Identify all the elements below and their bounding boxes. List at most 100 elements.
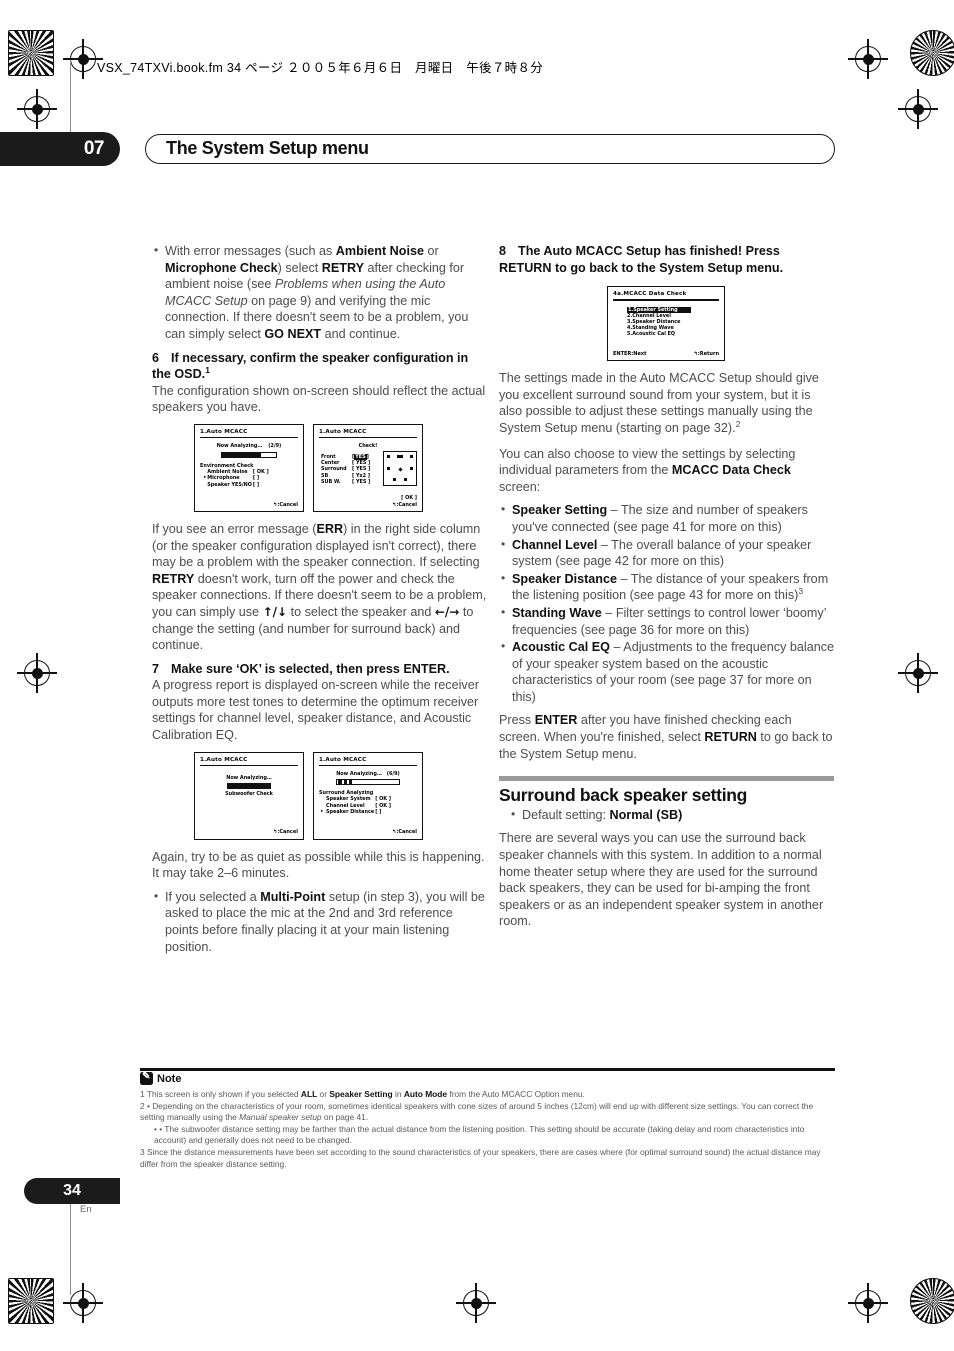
- list-item-default-setting: Default setting: Normal (SB): [509, 806, 834, 824]
- note2a-text-2: on page 41.: [321, 1112, 369, 1123]
- settings-footnote-ref: 2: [735, 418, 741, 429]
- footnote-2b: • • The subwoofer distance setting may b…: [154, 1123, 805, 1146]
- osd-4-progress-seg-3: [349, 780, 352, 785]
- osd-4-title: 1.Auto MCACC: [319, 756, 367, 763]
- term-ambient-noise: Ambient Noise: [335, 244, 424, 258]
- osd-4-progress-bar: [336, 779, 400, 786]
- step-7-heading: 7 Make sure ‘OK’ is selected, then press …: [152, 661, 487, 678]
- term-multi-point: Multi-Point: [260, 889, 326, 904]
- list-item-standing-wave: Standing Wave – Filter settings to contr…: [499, 604, 834, 638]
- term-retry: RETRY: [321, 260, 364, 275]
- osd-4-footer-cancel: ↰:Cancel: [392, 829, 417, 836]
- osd-screen-auto-mcacc-analyzing: 1.Auto MCACC Now Analyzing… (2/9) Enviro…: [194, 423, 304, 512]
- osd-4-status-line: Now Analyzing…: [336, 771, 382, 778]
- speaker-icon-front-left: [387, 454, 390, 458]
- up-down-arrow-icon: ↑/↓: [262, 604, 288, 619]
- term-microphone-check: Microphone Check: [165, 260, 278, 275]
- multipoint-bullet-list: If you selected a Multi-Point setup (in …: [152, 888, 487, 955]
- page-number-badge: 34: [24, 1178, 120, 1204]
- crop-guide-left-top: [70, 60, 71, 138]
- step-8-heading: 8 The Auto MCACC Setup has finished! Pres…: [499, 243, 834, 276]
- view-settings-paragraph: You can also choose to view the settings…: [499, 446, 834, 496]
- osd-4-row-2-label: Speaker Distance: [326, 809, 375, 816]
- left-column: With error messages (such as Ambient Noi…: [152, 242, 487, 962]
- osd-2-row-3-value-text: Yx2: [355, 472, 367, 479]
- osd-2-footer-cancel: ↰:Cancel: [392, 501, 417, 508]
- osd-screens-row-2: 1.Auto MCACC Now Analyzing… Subwoofer Ch…: [194, 751, 487, 840]
- note2b-text: • The subwoofer distance setting may be …: [154, 1123, 805, 1146]
- error-text-3: ) select: [277, 260, 322, 275]
- section-heading-surround-back: Surround back speaker setting: [499, 785, 748, 806]
- speaker-layout-diagram: [383, 450, 417, 486]
- default-setting-value: Normal (SB): [609, 807, 683, 822]
- registration-mark-left-middle: [17, 653, 57, 693]
- osd-3-progress-bar: [227, 783, 271, 790]
- osd-2-row-1-value-text: YES: [355, 459, 367, 466]
- osd-2-ok-label: [ OK ]: [401, 494, 417, 501]
- footnote-3: 3 Since the distance measurements have b…: [140, 1146, 821, 1169]
- step-8-title: The Auto MCACC Setup has finished! Press…: [499, 244, 784, 275]
- osd-2-row-2-value-text: YES: [355, 466, 367, 473]
- list-item-speaker-setting: Speaker Setting – The size and number of…: [499, 501, 834, 535]
- osd-4-progress-seg-1: [338, 780, 342, 785]
- osd-3-status-line: Now Analyzing…: [226, 775, 272, 782]
- note-pencil-icon: [140, 1071, 153, 1085]
- term-enter: ENTER: [534, 713, 578, 728]
- osd-1-section-label: Environment Check: [200, 462, 254, 469]
- page-title: The System Setup menu: [166, 138, 369, 158]
- table-row: ▸ Speaker Distance [ ]: [321, 809, 392, 815]
- settings-summary-paragraph: The settings made in the Auto MCACC Setu…: [499, 370, 834, 436]
- osd-1-footer-cancel: ↰:Cancel: [273, 501, 298, 508]
- osd-2-rule: [319, 437, 417, 439]
- print-starburst-top-right: [910, 30, 954, 76]
- step-6-number: 6: [152, 350, 160, 365]
- note1-text-2: or: [317, 1089, 330, 1099]
- quiet-paragraph: Again, try to be as quiet as possible wh…: [152, 849, 485, 881]
- param-4-name: Acoustic Cal EQ: [512, 640, 610, 655]
- osd-2-speaker-table: Front [YES] Center [ YES ] Surround [ YE…: [321, 453, 371, 486]
- footnote-1: 1 This screen is only shown if you selec…: [140, 1089, 838, 1101]
- osd-screen-subwoofer-check: 1.Auto MCACC Now Analyzing… Subwoofer Ch…: [194, 751, 304, 840]
- registration-mark-top-right: [848, 39, 888, 79]
- param-2-name: Speaker Distance: [512, 571, 618, 586]
- error-message-bullet-list: With error messages (such as Ambient Noi…: [152, 242, 487, 343]
- list-item-multipoint: If you selected a Multi-Point setup (in …: [152, 888, 487, 955]
- menu-item-acoustic-cal-eq[interactable]: 5.Acoustic Cal EQ: [627, 331, 719, 337]
- step-6-body: The configuration shown on-screen should…: [152, 383, 486, 415]
- osd-2-row-4-value: [ YES ]: [352, 479, 371, 486]
- press-text-1: Press: [499, 713, 535, 728]
- step-7-body: A progress report is displayed on-screen…: [152, 678, 479, 743]
- error-text-2: or: [423, 244, 439, 258]
- crop-guide-left-bottom: [70, 1190, 71, 1295]
- parameter-list: Speaker Setting – The size and number of…: [499, 501, 834, 705]
- left-right-arrow-icon: ←/→: [434, 604, 460, 619]
- registration-mark-left-upper: [17, 89, 57, 129]
- registration-mark-bottom-center: [456, 1283, 496, 1323]
- osd-screen-mcacc-data-check: 4a.MCACC Data Check 1.Speaker Setting 2.…: [607, 286, 725, 362]
- note1-term-auto-mode: Auto Mode: [403, 1089, 448, 1099]
- step-6-heading: 6 If necessary, confirm the speaker confi…: [152, 350, 487, 383]
- default-setting-list: Default setting: Normal (SB): [509, 806, 834, 824]
- osd-3-title: 1.Auto MCACC: [200, 756, 248, 763]
- osd-4-check-table: Speaker System [ OK ] Channel Level [ OK…: [321, 796, 392, 815]
- list-item-speaker-distance: Speaker Distance – The distance of your …: [499, 570, 834, 604]
- osd-1-row-2-value: [ ]: [252, 481, 260, 488]
- print-starburst-bottom-right: [910, 1278, 954, 1324]
- osd-4-rule: [319, 764, 417, 767]
- speaker-icon-surround-left: [387, 466, 390, 470]
- osd-1-row-2-label: Speaker YES/NO: [207, 481, 252, 488]
- file-info-header: VSX_74TXVi.book.fm 34 ページ ２００５年６月６日 月曜日 …: [97, 61, 544, 75]
- osd-5-title: 4a.MCACC Data Check: [613, 291, 687, 298]
- table-row: Speaker YES/NO [ ]: [204, 482, 270, 488]
- multipoint-text-1: If you selected a: [165, 889, 261, 904]
- osd-screen-surround-analyzing: 1.Auto MCACC Now Analyzing… (6/9) Surrou…: [313, 751, 423, 840]
- osd-screens-row-1: 1.Auto MCACC Now Analyzing… (2/9) Enviro…: [194, 423, 487, 512]
- osd-2-row-4-value-text: YES: [355, 479, 367, 486]
- param-1-name: Channel Level: [512, 537, 598, 552]
- osd-screens-row-3: 4a.MCACC Data Check 1.Speaker Setting 2.…: [607, 286, 834, 362]
- listener-position-icon: [398, 467, 403, 472]
- param-3-name: Standing Wave: [512, 605, 602, 620]
- osd-1-progress-bar: [221, 451, 277, 458]
- step-7-number: 7: [152, 661, 160, 676]
- osd-2-title: 1.Auto MCACC: [319, 428, 367, 435]
